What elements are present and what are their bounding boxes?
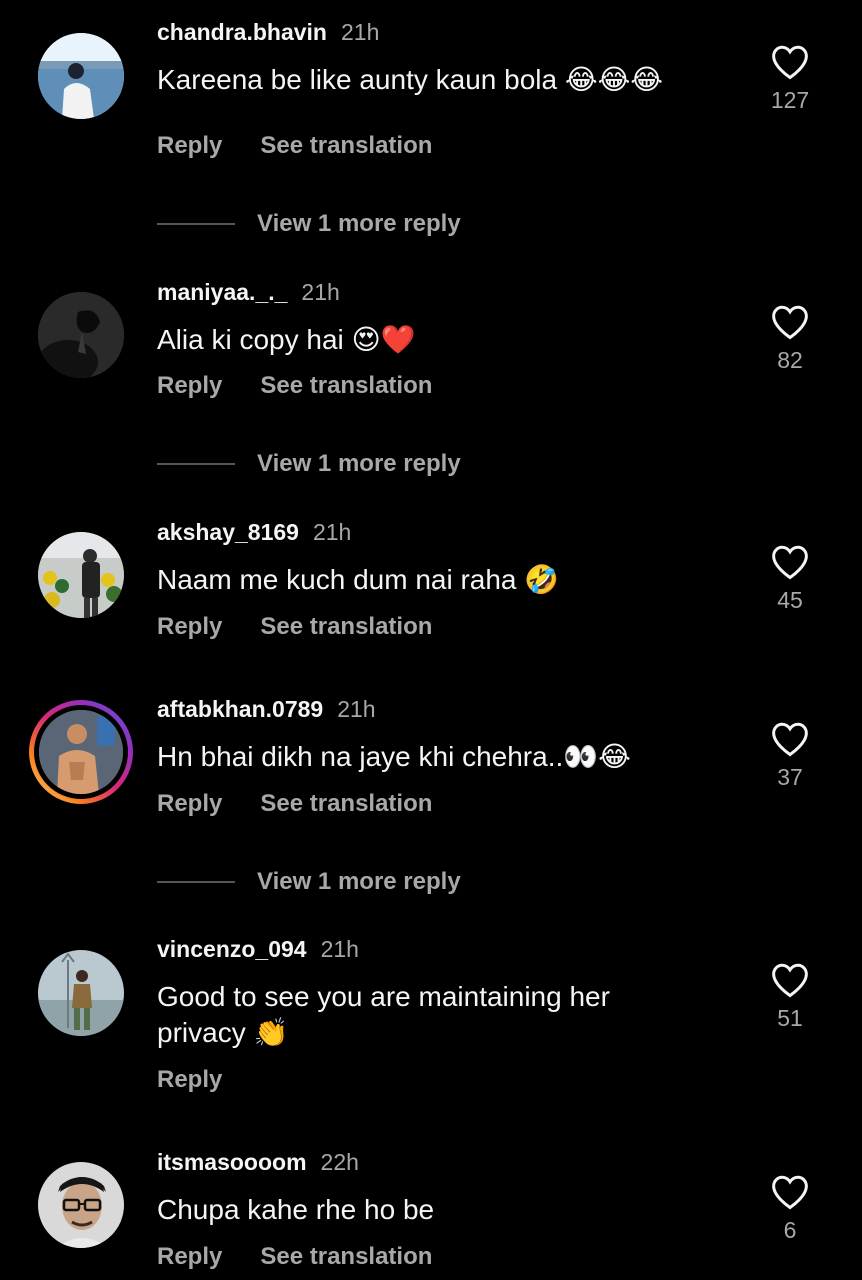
view-more-replies[interactable]: View 1 more reply <box>157 449 461 479</box>
avatar[interactable] <box>38 33 124 119</box>
see-translation-button[interactable]: See translation <box>260 790 432 817</box>
heart-icon <box>772 1175 808 1210</box>
comment-actions: Reply See translation <box>157 612 432 642</box>
username[interactable]: akshay_8169 <box>157 519 299 545</box>
like-button[interactable]: 37 <box>760 721 820 791</box>
reply-button[interactable]: Reply <box>157 1066 222 1093</box>
view-more-replies[interactable]: View 1 more reply <box>157 209 461 239</box>
comment-header: aftabkhan.0789 21h <box>157 695 376 723</box>
comment-text: Hn bhai dikh na jaye khi chehra..👀😂 <box>157 741 631 772</box>
heart-icon <box>772 545 808 580</box>
comment-actions: Reply <box>157 1065 222 1095</box>
avatar-with-story-ring[interactable] <box>29 700 133 804</box>
divider-line <box>157 881 235 883</box>
like-button[interactable]: 45 <box>760 544 820 614</box>
comment-header: akshay_8169 21h <box>157 518 351 546</box>
reply-button[interactable]: Reply <box>157 132 222 159</box>
username[interactable]: vincenzo_094 <box>157 936 307 962</box>
heart-icon <box>772 305 808 340</box>
reply-button[interactable]: Reply <box>157 1243 222 1270</box>
comment-text: Alia ki copy hai 😍❤️ <box>157 324 416 355</box>
see-translation-button[interactable]: See translation <box>260 132 432 159</box>
like-count: 51 <box>777 1005 803 1031</box>
see-translation-button[interactable]: See translation <box>260 372 432 399</box>
comment-time: 21h <box>337 696 376 722</box>
reply-button[interactable]: Reply <box>157 790 222 817</box>
comment-text: Good to see you are maintaining her priv… <box>157 981 610 1048</box>
like-button[interactable]: 82 <box>760 304 820 374</box>
comment-time: 21h <box>301 279 340 305</box>
like-button[interactable]: 6 <box>760 1174 820 1244</box>
avatar[interactable] <box>38 950 124 1036</box>
comment-time: 21h <box>340 19 380 45</box>
like-count: 127 <box>770 87 810 113</box>
like-button[interactable]: 127 <box>760 44 820 114</box>
username[interactable]: maniyaa._._ <box>157 279 287 305</box>
avatar-image <box>39 710 123 794</box>
comment-header: chandra.bhavin 21h <box>157 18 379 46</box>
comment-text: Naam me kuch dum nai raha 🤣 <box>157 564 560 595</box>
avatar-image <box>38 1162 124 1248</box>
avatar[interactable] <box>38 532 124 618</box>
heart-icon <box>772 963 808 998</box>
divider-line <box>157 223 235 225</box>
comment-text: Kareena be like aunty kaun bola 😂😂😂 <box>157 64 663 95</box>
view-more-label: View 1 more reply <box>257 210 461 237</box>
see-translation-button[interactable]: See translation <box>260 613 432 640</box>
comment-actions: Reply See translation <box>157 1242 432 1272</box>
comment-header: maniyaa._._ 21h <box>157 278 340 306</box>
avatar-image <box>38 292 124 378</box>
username[interactable]: chandra.bhavin <box>157 19 327 45</box>
reply-button[interactable]: Reply <box>157 613 222 640</box>
view-more-replies[interactable]: View 1 more reply <box>157 867 461 897</box>
comment-header: itsmasoooom 22h <box>157 1148 359 1176</box>
avatar <box>39 710 123 794</box>
avatar[interactable] <box>38 292 124 378</box>
like-button[interactable]: 51 <box>760 962 820 1032</box>
comment-time: 21h <box>312 519 352 545</box>
reply-button[interactable]: Reply <box>157 372 222 399</box>
comment-actions: Reply See translation <box>157 131 432 161</box>
comment-header: vincenzo_094 21h <box>157 935 359 963</box>
comment-text: Chupa kahe rhe ho be <box>157 1194 435 1225</box>
avatar-image <box>38 33 124 119</box>
avatar[interactable] <box>38 1162 124 1248</box>
view-more-label: View 1 more reply <box>257 450 461 477</box>
comment-actions: Reply See translation <box>157 371 432 401</box>
avatar-image <box>38 950 124 1036</box>
comment-actions: Reply See translation <box>157 789 432 819</box>
heart-icon <box>772 45 808 80</box>
avatar-image <box>38 532 124 618</box>
like-count: 82 <box>777 347 803 373</box>
like-count: 45 <box>777 587 803 613</box>
like-count: 37 <box>777 764 803 790</box>
see-translation-button[interactable]: See translation <box>260 1243 432 1270</box>
heart-icon <box>772 722 808 757</box>
divider-line <box>157 463 235 465</box>
comment-time: 21h <box>320 936 359 962</box>
like-count: 6 <box>783 1217 797 1243</box>
username[interactable]: aftabkhan.0789 <box>157 696 323 722</box>
username[interactable]: itsmasoooom <box>157 1149 307 1175</box>
view-more-label: View 1 more reply <box>257 868 461 895</box>
comment-time: 22h <box>320 1149 359 1175</box>
